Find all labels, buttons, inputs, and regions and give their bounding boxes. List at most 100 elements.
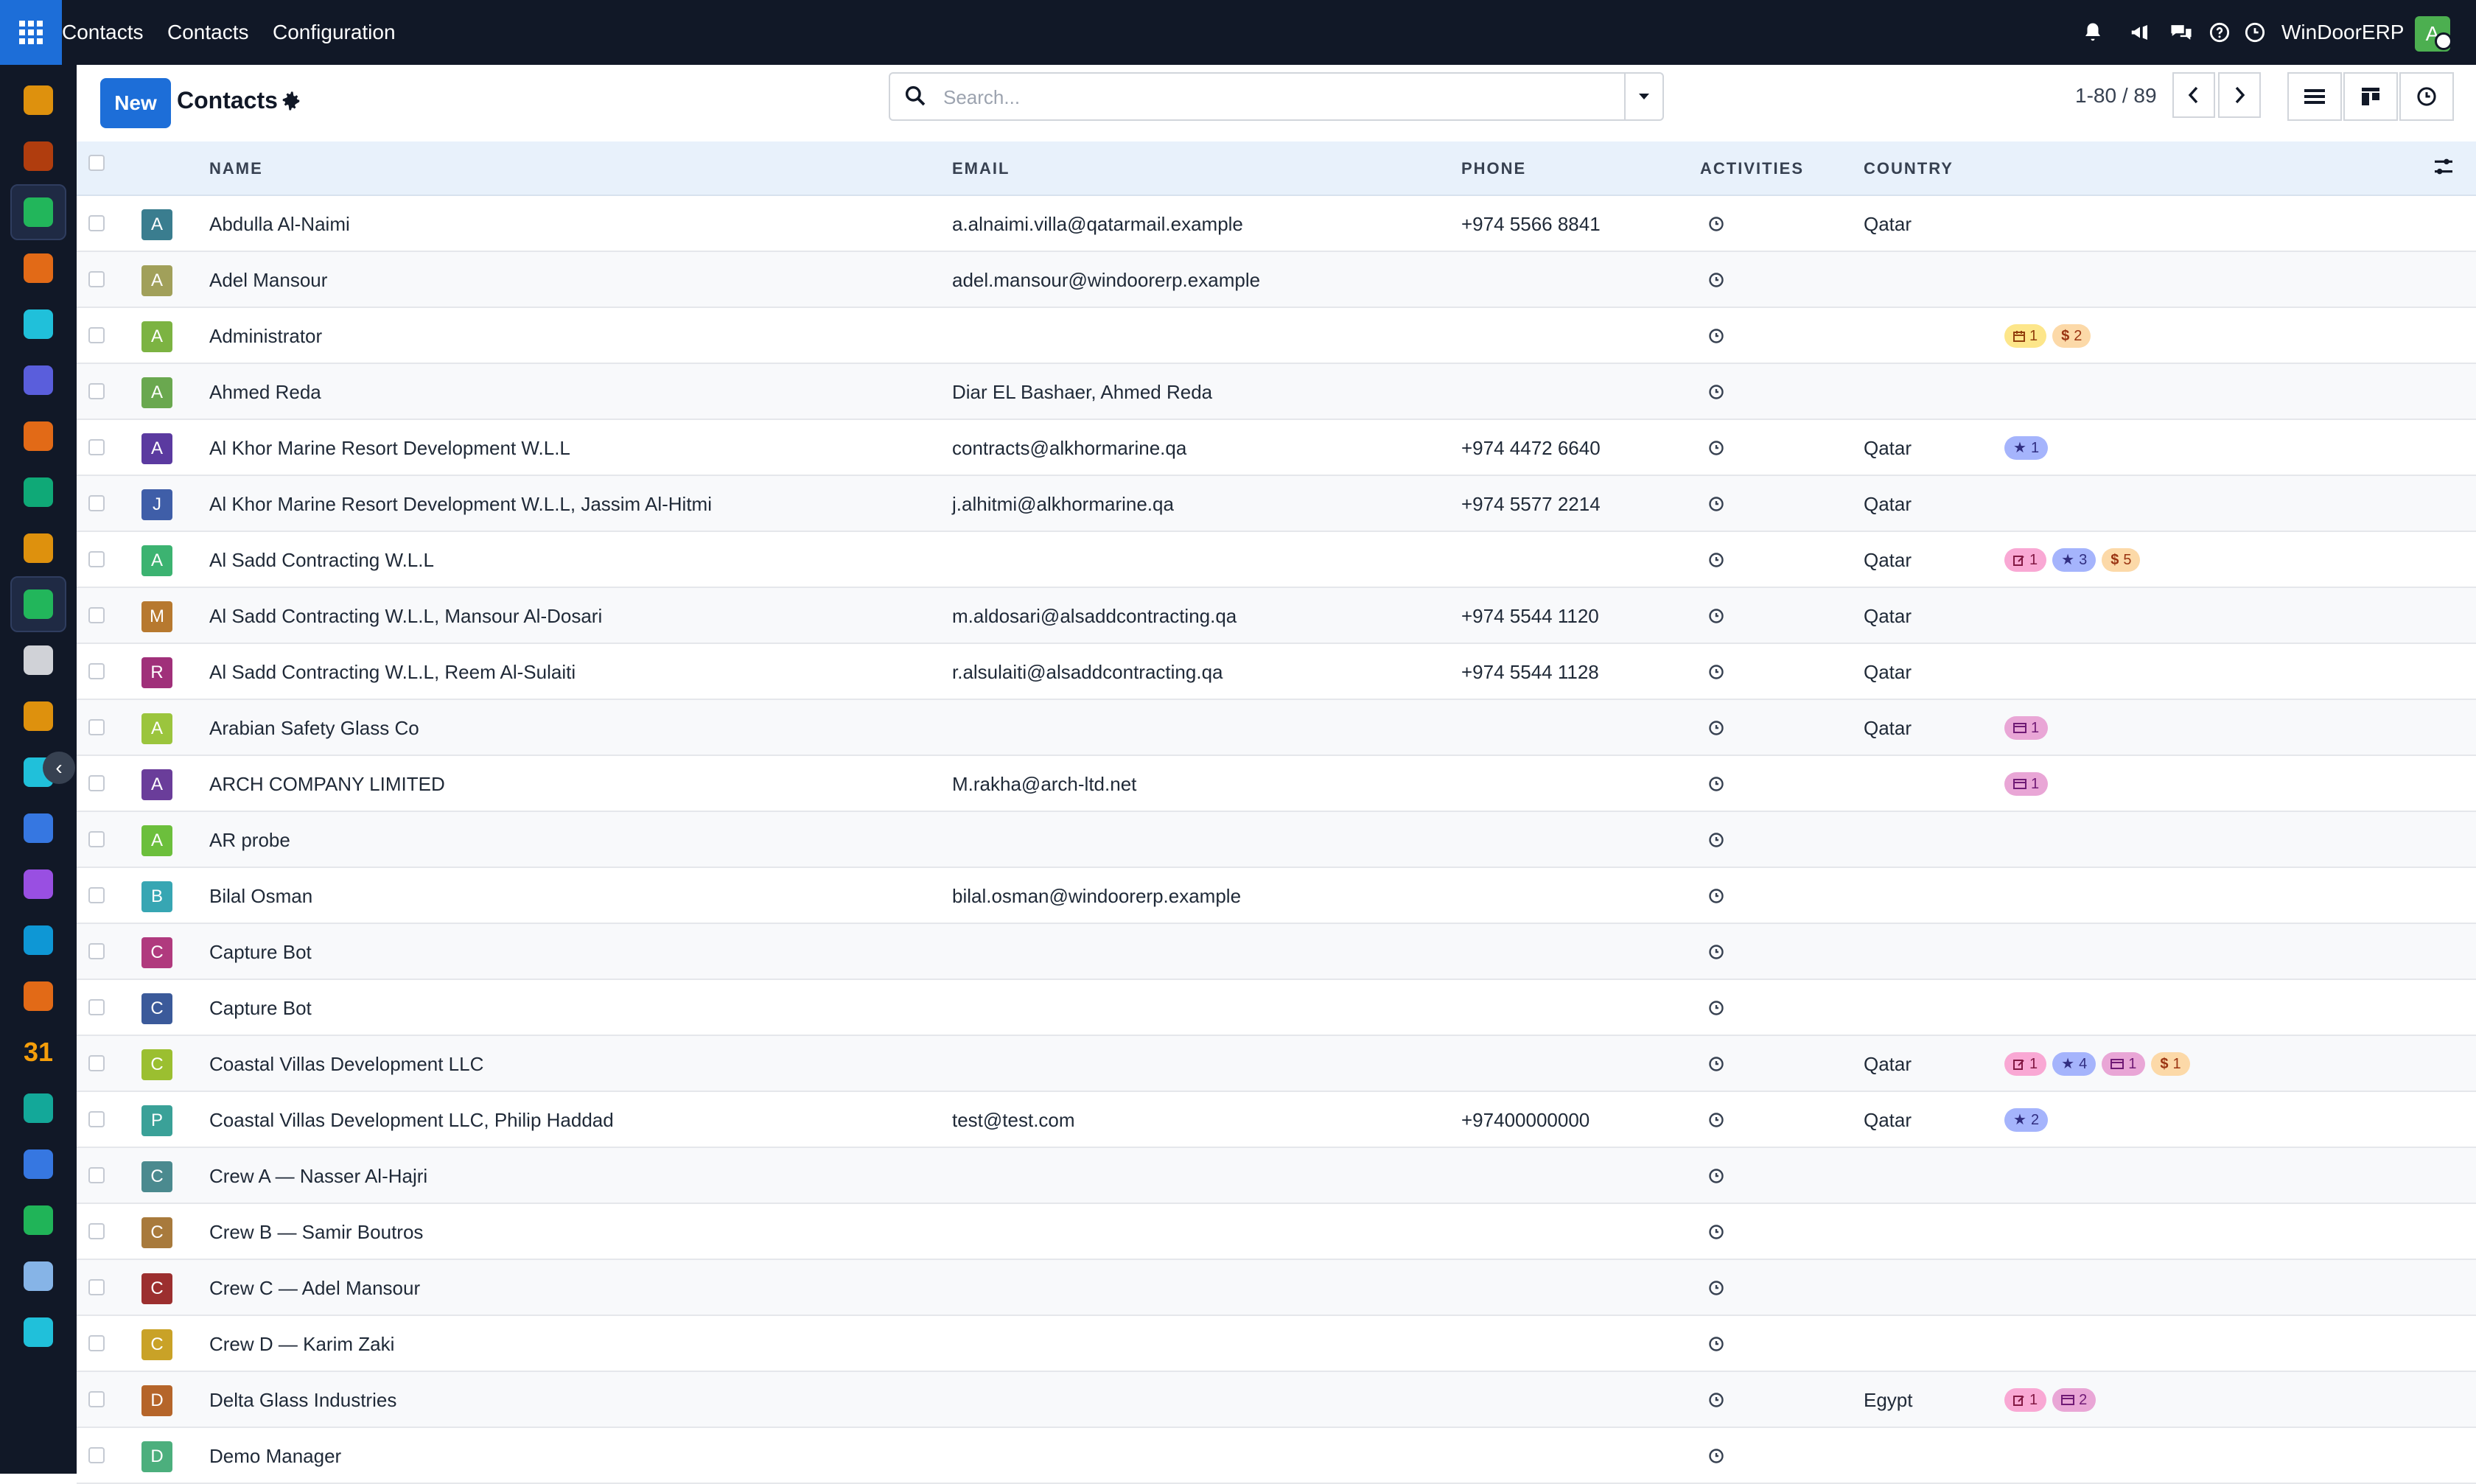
activity-clock-icon[interactable] [1707,1055,1725,1073]
contact-name[interactable]: AR probe [209,812,290,868]
sidebar-app-4[interactable] [10,296,66,352]
gear-icon[interactable] [280,90,305,115]
contact-name[interactable]: Al Khor Marine Resort Development W.L.L,… [209,476,712,532]
row-checkbox[interactable] [88,495,105,511]
row-checkbox[interactable] [88,831,105,847]
sidebar-app-2[interactable] [10,184,66,240]
contact-name[interactable]: Crew C — Adel Mansour [209,1260,420,1316]
sidebar-app-19[interactable] [10,1136,66,1192]
table-row[interactable]: A AR probe [77,812,2476,868]
table-row[interactable]: C Coastal Villas Development LLC Qatar 1 ★ 4 1… [77,1036,2476,1092]
stat-badge[interactable]: $5 [2102,548,2141,572]
sidebar-app-16[interactable] [10,968,66,1024]
table-row[interactable]: A Al Sadd Contracting W.L.L Qatar 1 ★ 3 $5 [77,532,2476,588]
activity-clock-icon[interactable] [1707,663,1725,681]
column-header-activities[interactable]: ACTIVITIES [1700,159,1804,178]
contact-name[interactable]: Bilal Osman [209,868,312,924]
table-row[interactable]: A Administrator 1 $2 [77,308,2476,364]
contact-name[interactable]: Capture Bot [209,980,312,1036]
pager-next-button[interactable] [2218,72,2261,118]
activity-clock-icon[interactable] [1707,1111,1725,1129]
stat-badge[interactable]: ★ 1 [2004,436,2049,460]
contact-email[interactable]: test@test.com [952,1092,1075,1148]
search-options-toggle[interactable] [1624,74,1662,119]
contact-country[interactable]: Qatar [1864,196,1912,252]
row-checkbox[interactable] [88,1055,105,1071]
activity-clock-icon[interactable] [1707,775,1725,793]
sidebar-collapse-button[interactable]: ‹ [43,752,75,784]
contact-name[interactable]: Abdulla Al-Naimi [209,196,350,252]
table-row[interactable]: R Al Sadd Contracting W.L.L, Reem Al-Sula… [77,644,2476,700]
contact-email[interactable]: r.alsulaiti@alsaddcontracting.qa [952,644,1223,700]
activity-clock-icon[interactable] [1707,719,1725,737]
contact-phone[interactable]: +974 5577 2214 [1461,476,1601,532]
optional-columns-toggle[interactable] [2432,155,2458,181]
row-checkbox[interactable] [88,1335,105,1351]
table-row[interactable]: D Delta Glass Industries Egypt 1 2 [77,1372,2476,1428]
row-checkbox[interactable] [88,1223,105,1239]
contact-email[interactable]: j.alhitmi@alkhormarine.qa [952,476,1174,532]
contact-name[interactable]: Coastal Villas Development LLC [209,1036,483,1092]
contact-name[interactable]: Coastal Villas Development LLC, Philip H… [209,1092,614,1148]
select-all-checkbox[interactable] [88,155,105,171]
sidebar-app-17[interactable]: 31 [10,1024,66,1080]
table-row[interactable]: B Bilal Osman bilal.osman@windoorerp.examp… [77,868,2476,924]
row-checkbox[interactable] [88,1447,105,1463]
contact-email[interactable]: bilal.osman@windoorerp.example [952,868,1241,924]
sidebar-app-9[interactable] [10,576,66,632]
contact-name[interactable]: ARCH COMPANY LIMITED [209,756,445,812]
stat-badge[interactable]: 1 [2004,1052,2047,1076]
row-checkbox[interactable] [88,999,105,1015]
activity-clock-icon[interactable] [1707,215,1725,233]
row-checkbox[interactable] [88,215,105,231]
table-row[interactable]: C Capture Bot [77,980,2476,1036]
sidebar-app-7[interactable] [10,464,66,520]
contact-email[interactable]: a.alnaimi.villa@qatarmail.example [952,196,1243,252]
contact-name[interactable]: Adel Mansour [209,252,327,308]
contact-country[interactable]: Egypt [1864,1372,1913,1428]
contact-email[interactable]: m.aldosari@alsaddcontracting.qa [952,588,1237,644]
table-row[interactable]: C Crew B — Samir Boutros [77,1204,2476,1260]
row-checkbox[interactable] [88,327,105,343]
company-name[interactable]: WinDoorERP [2281,0,2404,65]
column-header-phone[interactable]: PHONE [1461,159,1526,178]
activity-clock-icon[interactable] [1707,1447,1725,1465]
activity-clock-icon[interactable] [1707,1167,1725,1185]
sidebar-app-6[interactable] [10,408,66,464]
menu-configuration[interactable]: Configuration [273,0,396,65]
sidebar-app-8[interactable] [10,520,66,576]
contact-name[interactable]: Crew D — Karim Zaki [209,1316,394,1372]
stat-badge[interactable]: 2 [2052,1388,2096,1412]
activity-clock-icon[interactable] [1707,999,1725,1017]
table-row[interactable]: J Al Khor Marine Resort Development W.L.L… [77,476,2476,532]
contact-phone[interactable]: +974 5544 1128 [1461,644,1599,700]
row-checkbox[interactable] [88,943,105,959]
chat-icon[interactable] [2166,18,2196,47]
contact-phone[interactable]: +974 4472 6640 [1461,420,1601,476]
contact-name[interactable]: Al Sadd Contracting W.L.L, Mansour Al-Do… [209,588,602,644]
contact-phone[interactable]: +974 5544 1120 [1461,588,1599,644]
contact-name[interactable]: Crew A — Nasser Al-Hajri [209,1148,427,1204]
contact-country[interactable]: Qatar [1864,1092,1912,1148]
contact-email[interactable]: M.rakha@arch-ltd.net [952,756,1136,812]
stat-badge[interactable]: 1 [2004,1388,2047,1412]
table-row[interactable]: M Al Sadd Contracting W.L.L, Mansour Al-D… [77,588,2476,644]
activity-clock-icon[interactable] [1707,887,1725,905]
row-checkbox[interactable] [88,887,105,903]
row-checkbox[interactable] [88,1391,105,1407]
table-row[interactable]: A Ahmed Reda Diar EL Bashaer, Ahmed Reda [77,364,2476,420]
contact-name[interactable]: Arabian Safety Glass Co [209,700,419,756]
contact-name[interactable]: Ahmed Reda [209,364,321,420]
row-checkbox[interactable] [88,1167,105,1183]
activity-view-button[interactable] [2399,72,2454,121]
sidebar-app-15[interactable] [10,912,66,968]
pager-previous-button[interactable] [2172,72,2215,118]
row-checkbox[interactable] [88,1111,105,1127]
activity-clock-icon[interactable] [1707,1279,1725,1297]
sidebar-app-22[interactable] [10,1304,66,1360]
pager-value[interactable]: 1-80 / 89 [2075,84,2157,108]
table-row[interactable]: C Crew D — Karim Zaki [77,1316,2476,1372]
stat-badge[interactable]: 1 [2102,1052,2146,1076]
contact-name[interactable]: Al Sadd Contracting W.L.L [209,532,434,588]
table-row[interactable]: C Crew A — Nasser Al-Hajri [77,1148,2476,1204]
